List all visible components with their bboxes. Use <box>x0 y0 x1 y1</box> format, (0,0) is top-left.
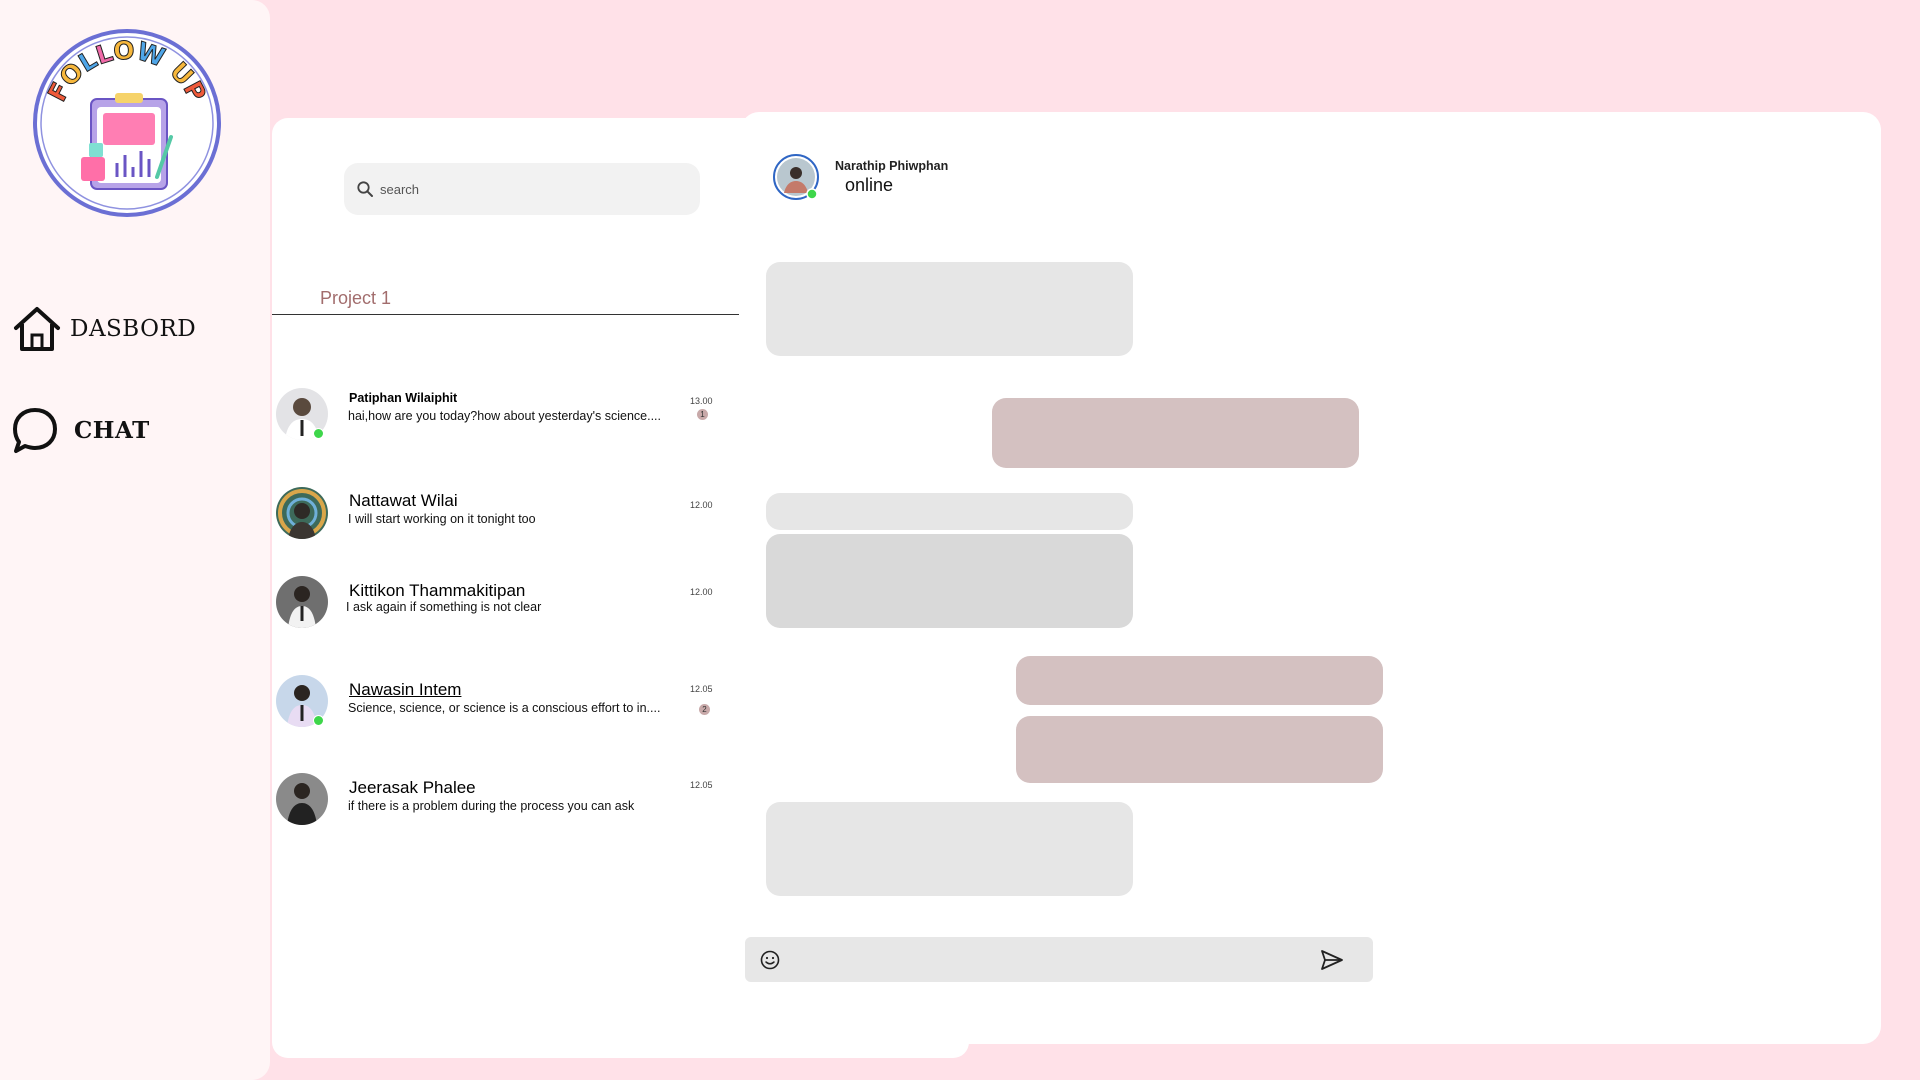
message-input[interactable] <box>793 945 1297 975</box>
online-indicator <box>313 715 324 726</box>
sidebar-item-label: CHAT <box>74 416 150 444</box>
message-bubble-outgoing <box>1016 716 1383 783</box>
smiley-icon[interactable] <box>759 949 781 971</box>
chat-contact-name: Narathip Phiwphan <box>835 159 949 173</box>
contact-item[interactable]: Kittikon Thammakitipan I ask again if so… <box>276 576 716 632</box>
message-bubble-incoming <box>766 802 1133 896</box>
message-bubble-incoming <box>766 493 1133 530</box>
chat-header-avatar[interactable] <box>772 153 820 201</box>
message-time: 12.05 <box>690 780 713 790</box>
contact-last-message: I ask again if something is not clear <box>346 600 542 614</box>
search-input[interactable] <box>378 180 682 198</box>
message-bubble-outgoing <box>992 398 1359 468</box>
contact-last-message: if there is a problem during the process… <box>348 799 635 813</box>
message-bubble-incoming <box>766 262 1133 356</box>
contact-name: Kittikon Thammakitipan <box>349 581 526 600</box>
message-time: 12.05 <box>690 684 713 694</box>
home-icon <box>14 307 60 351</box>
message-composer <box>745 937 1373 982</box>
avatar <box>276 487 328 539</box>
follow-up-logo[interactable]: FOLLOW UP <box>31 27 223 219</box>
unread-badge: 1 <box>697 409 708 420</box>
message-bubble-incoming <box>766 534 1133 628</box>
sidebar-item-label: DASBORD <box>70 316 197 342</box>
chat-bubble-icon <box>13 408 57 453</box>
send-icon[interactable] <box>1320 948 1344 972</box>
contact-name: Patiphan Wilaiphit <box>349 391 458 405</box>
avatar <box>276 576 328 628</box>
contact-name: Jeerasak Phalee <box>349 778 476 797</box>
contact-name: Nawasin Intem <box>349 680 462 699</box>
chat-contact-status: online <box>845 175 894 195</box>
message-bubble-outgoing <box>1016 656 1383 705</box>
tab-project-1[interactable]: Project 1 <box>320 288 391 309</box>
avatar <box>276 773 328 825</box>
sidebar-item-dashboard[interactable]: DASBORD <box>12 306 196 352</box>
contact-item[interactable]: Nattawat Wilai I will start working on i… <box>276 487 716 543</box>
unread-badge: 2 <box>699 704 710 715</box>
contact-item[interactable]: Patiphan Wilaiphit hai,how are you today… <box>276 388 716 444</box>
contact-last-message: hai,how are you today?how about yesterda… <box>348 409 661 423</box>
sidebar-item-chat[interactable]: CHAT <box>12 406 150 454</box>
message-time: 12.00 <box>690 500 713 510</box>
tab-underline <box>272 314 739 315</box>
sidebar: FOLLOW UP DASBORD CHAT <box>0 0 270 1080</box>
contact-last-message: Science, science, or science is a consci… <box>348 701 661 715</box>
message-time: 12.00 <box>690 587 713 597</box>
search-icon <box>357 181 373 197</box>
contact-item[interactable]: Jeerasak Phalee if there is a problem du… <box>276 773 716 829</box>
online-indicator <box>313 428 324 439</box>
contact-last-message: I will start working on it tonight too <box>348 512 536 526</box>
message-time: 13.00 <box>690 396 713 406</box>
contact-item[interactable]: Nawasin Intem Science, science, or scien… <box>276 675 716 731</box>
search-bar[interactable] <box>344 163 700 215</box>
contact-name: Nattawat Wilai <box>349 491 458 510</box>
